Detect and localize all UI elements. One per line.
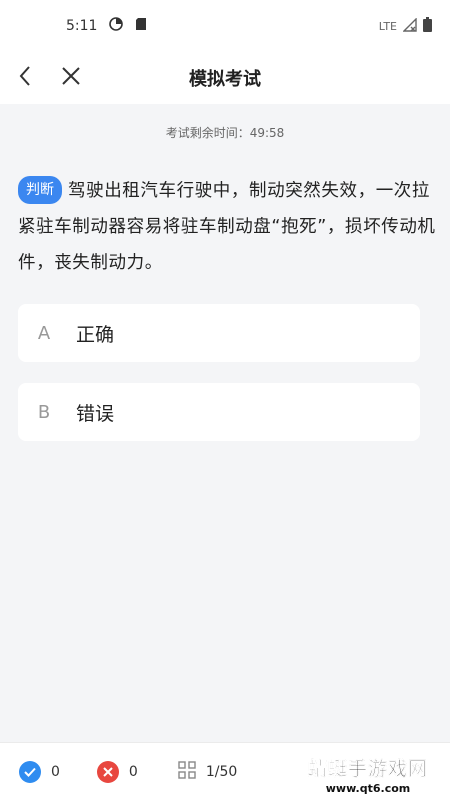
- status-time: 5:11: [66, 18, 98, 34]
- back-button[interactable]: [2, 52, 48, 104]
- option-letter: A: [37, 322, 51, 344]
- sd-card-icon: [135, 17, 147, 35]
- cross-icon: [96, 760, 119, 783]
- option-b[interactable]: B 错误: [18, 383, 420, 441]
- back-arrow-icon: [18, 65, 32, 91]
- option-letter: B: [37, 401, 51, 423]
- watermark-title: 蜻蜓手游戏网: [307, 757, 428, 780]
- wrong-count-value: 0: [128, 763, 138, 780]
- nav-bar: 模拟考试: [0, 52, 450, 104]
- watermark: 蜻蜓手游戏网 www.qt6.com: [298, 750, 438, 798]
- network-type: LTE: [378, 19, 397, 33]
- option-a[interactable]: A 正确: [18, 304, 420, 362]
- close-icon: [61, 66, 81, 90]
- question-type-badge: 判断: [18, 176, 62, 204]
- progress-value: 1/50: [205, 763, 238, 780]
- question: 判断 驾驶出租汽车行驶中，制动突然失效，一次拉紧驻车制动器容易将驻车制动盘“抱死”…: [18, 173, 436, 281]
- status-bar: 5:11 LTE: [0, 0, 450, 52]
- question-text: 驾驶出租汽车行驶中，制动突然失效，一次拉紧驻车制动器容易将驻车制动盘“抱死”，损…: [18, 181, 436, 273]
- option-text: 错误: [76, 402, 115, 425]
- question-progress[interactable]: 1/50: [178, 760, 238, 783]
- correct-count[interactable]: 0: [19, 760, 60, 783]
- option-text: 正确: [76, 323, 115, 346]
- grid-icon: [178, 760, 196, 783]
- signal-icon: [402, 16, 417, 35]
- wrong-count[interactable]: 0: [96, 760, 138, 783]
- watermark-url: www.qt6.com: [325, 781, 411, 795]
- exam-timer: 考试剩余时间：49:58: [165, 126, 285, 140]
- check-icon: [19, 760, 41, 783]
- close-button[interactable]: [48, 52, 94, 104]
- data-saver-icon: [109, 17, 124, 35]
- correct-count-value: 0: [51, 763, 60, 780]
- battery-icon: [423, 17, 432, 35]
